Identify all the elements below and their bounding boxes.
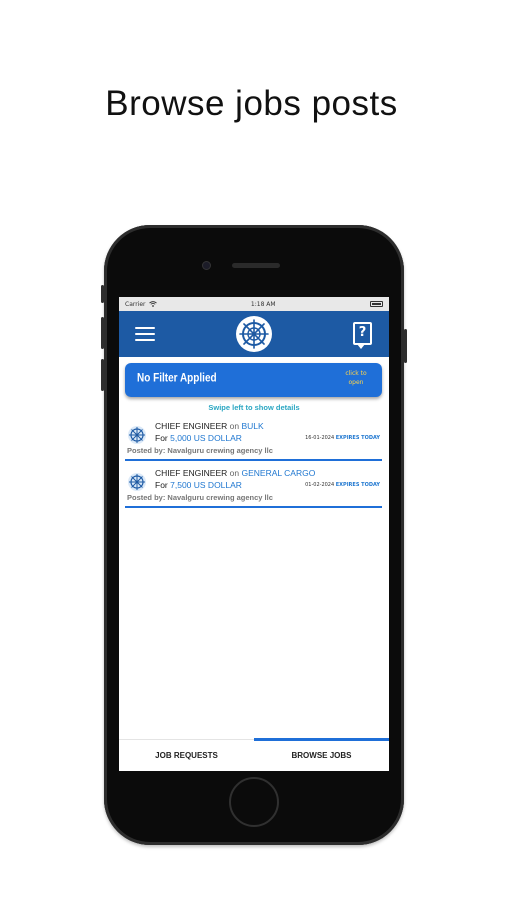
expires-badge: EXPIRES TODAY: [335, 482, 380, 488]
filter-open-hint: click to open: [345, 370, 367, 386]
earpiece-speaker: [232, 263, 280, 268]
wifi-icon: [148, 301, 157, 307]
help-icon[interactable]: ?: [353, 322, 372, 349]
front-camera: [202, 261, 211, 270]
job-item[interactable]: CHIEF ENGINEER on BULK For 5,000 US DOLL…: [125, 417, 382, 461]
app-navbar: ?: [119, 311, 389, 357]
swipe-hint: Swipe left to show details: [208, 403, 300, 412]
volume-down-button: [101, 359, 104, 391]
job-salary: For 5,000 US DOLLAR: [155, 433, 242, 443]
carrier-label: Carrier: [125, 300, 146, 308]
mute-switch: [101, 285, 104, 303]
battery-icon: [369, 301, 383, 307]
expires-badge: EXPIRES TODAY: [335, 435, 380, 441]
job-title: CHIEF ENGINEER on BULK: [155, 421, 264, 431]
job-item[interactable]: CHIEF ENGINEER on GENERAL CARGO For 7,50…: [125, 464, 382, 508]
filter-bar[interactable]: No Filter Applied click to open: [125, 363, 382, 397]
status-bar: Carrier 1:18 AM: [119, 297, 389, 311]
ship-wheel-icon: [128, 473, 146, 491]
status-time: 1:18 AM: [250, 300, 276, 308]
filter-label: No Filter Applied: [137, 372, 217, 385]
app-screen: Carrier 1:18 AM ? No Filter Applied clic…: [119, 297, 389, 771]
job-title: CHIEF ENGINEER on GENERAL CARGO: [155, 468, 316, 478]
tab-job-requests[interactable]: JOB REQUESTS: [119, 740, 254, 771]
job-posted-by: Posted by: Navalguru crewing agency llc: [127, 446, 273, 455]
ship-wheel-icon: [128, 426, 146, 444]
tab-browse-jobs[interactable]: BROWSE JOBS: [254, 738, 389, 771]
bottom-tab-bar: JOB REQUESTS BROWSE JOBS: [119, 738, 389, 771]
job-date: 01-02-2024 EXPIRES TODAY: [305, 482, 380, 488]
power-button: [404, 329, 407, 363]
volume-up-button: [101, 317, 104, 349]
home-button: [229, 777, 279, 827]
hamburger-icon[interactable]: [135, 327, 155, 341]
job-salary: For 7,500 US DOLLAR: [155, 480, 242, 490]
ship-wheel-logo: [236, 316, 272, 352]
headline: Browse jobs posts: [105, 84, 398, 123]
job-date: 16-01-2024 EXPIRES TODAY: [305, 435, 380, 441]
job-posted-by: Posted by: Navalguru crewing agency llc: [127, 493, 273, 502]
phone-frame: Carrier 1:18 AM ? No Filter Applied clic…: [101, 225, 407, 845]
